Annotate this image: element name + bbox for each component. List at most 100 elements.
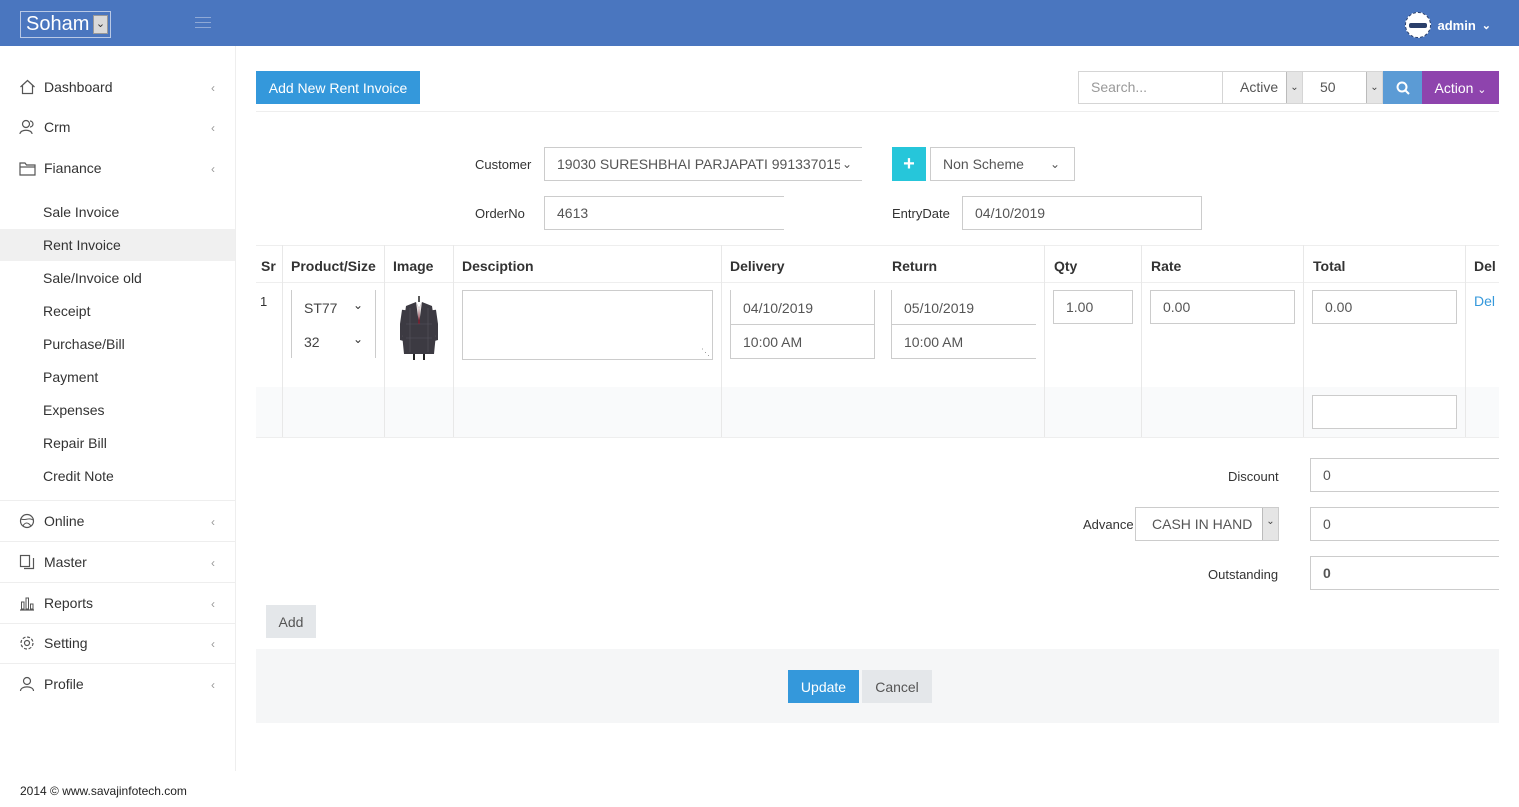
- advance-mode-value: CASH IN HAND: [1152, 516, 1253, 532]
- cancel-button[interactable]: Cancel: [862, 670, 932, 703]
- product-select[interactable]: ST77: [304, 300, 337, 316]
- customer-label: Customer: [475, 157, 532, 172]
- search-button[interactable]: [1383, 71, 1422, 104]
- entrydate-label: EntryDate: [892, 206, 950, 221]
- add-new-rent-invoice-button[interactable]: Add New Rent Invoice: [256, 71, 420, 104]
- product-image: [400, 296, 438, 360]
- user-menu[interactable]: admin ⌄: [1405, 12, 1491, 38]
- rate-input[interactable]: 0.00: [1150, 290, 1295, 324]
- sidebar-subitem-sale-invoice-old[interactable]: Sale/Invoice old: [0, 262, 235, 294]
- column-divider: [721, 245, 722, 437]
- resize-handle-icon: ⋱: [701, 347, 710, 357]
- delete-row-link[interactable]: Del: [1474, 293, 1495, 309]
- column-header-return: Return: [892, 258, 938, 274]
- size-select[interactable]: 32: [304, 334, 320, 350]
- customer-select[interactable]: 19030 SURESHBHAI PARJAPATI 991337015 ⌄: [544, 147, 862, 181]
- orderno-label: OrderNo: [475, 206, 525, 221]
- column-header-delivery: Delivery: [730, 258, 785, 274]
- sidebar-item-master[interactable]: Master ‹: [0, 542, 235, 582]
- copy-icon: [18, 553, 36, 571]
- grand-total-input[interactable]: [1312, 395, 1457, 429]
- top-bar: Soham ⌄ admin ⌄: [0, 0, 1519, 46]
- page-size-value: 50: [1320, 79, 1336, 95]
- sidebar-item-finance[interactable]: Fianance ‹: [0, 148, 235, 188]
- description-textarea[interactable]: [462, 290, 713, 360]
- row-sr: 1: [260, 294, 268, 309]
- sidebar-item-reports[interactable]: Reports ‹: [0, 583, 235, 623]
- sidebar-subitem-payment[interactable]: Payment: [0, 361, 235, 393]
- action-button-label: Action: [1434, 79, 1474, 96]
- sidebar-item-online[interactable]: Online ‹: [0, 501, 235, 541]
- search-input[interactable]: Search...: [1078, 71, 1223, 104]
- sidebar-item-setting[interactable]: Setting ‹: [0, 623, 235, 663]
- users-icon: [18, 118, 36, 136]
- add-customer-button[interactable]: +: [892, 147, 926, 181]
- column-divider: [282, 245, 283, 437]
- sidebar-subitem-repair-bill[interactable]: Repair Bill: [0, 427, 235, 459]
- return-divider: [891, 324, 1036, 325]
- globe-icon: [18, 512, 36, 530]
- chevron-left-icon: ‹: [211, 556, 215, 570]
- sidebar-subitem-credit-note[interactable]: Credit Note: [0, 460, 235, 492]
- avatar: [1405, 12, 1432, 38]
- chevron-down-icon: ⌄: [1286, 72, 1302, 103]
- sidebar-subitem-receipt[interactable]: Receipt: [0, 295, 235, 327]
- column-header-description: Desciption: [462, 258, 534, 274]
- entrydate-input[interactable]: 04/10/2019: [962, 196, 1202, 230]
- orderno-input[interactable]: 4613: [544, 196, 784, 230]
- column-divider: [384, 245, 385, 437]
- outstanding-input[interactable]: 0: [1310, 556, 1499, 590]
- customer-select-value: 19030 SURESHBHAI PARJAPATI 991337015: [557, 156, 842, 172]
- return-time-input[interactable]: 10:00 AM: [904, 334, 963, 350]
- add-row-button[interactable]: Add: [266, 605, 316, 638]
- page-size-select[interactable]: 50 ⌄: [1302, 71, 1383, 104]
- bar-chart-icon: [18, 594, 36, 612]
- chevron-left-icon: ‹: [211, 597, 215, 611]
- table-header-border: [256, 282, 1499, 283]
- delivery-time-input[interactable]: 10:00 AM: [743, 334, 802, 350]
- column-header-del: Del: [1474, 258, 1496, 274]
- sidebar-item-crm[interactable]: Crm ‹: [0, 107, 235, 147]
- chevron-left-icon: ‹: [211, 81, 215, 95]
- sidebar-subitem-purchase-bill[interactable]: Purchase/Bill: [0, 328, 235, 360]
- column-header-image: Image: [393, 258, 434, 274]
- sidebar-item-label: Profile: [44, 676, 84, 692]
- discount-input[interactable]: 0: [1310, 458, 1499, 492]
- sidebar-subitem-expenses[interactable]: Expenses: [0, 394, 235, 426]
- scheme-select[interactable]: Non Scheme ⌄: [930, 147, 1075, 181]
- qty-input[interactable]: 1.00: [1053, 290, 1133, 324]
- sidebar-item-label: Fianance: [44, 160, 102, 176]
- table-bottom-border: [256, 437, 1499, 438]
- delivery-divider: [730, 324, 875, 325]
- advance-input[interactable]: 0: [1310, 507, 1499, 541]
- sidebar-subitem-rent-invoice[interactable]: Rent Invoice: [0, 229, 235, 261]
- total-input[interactable]: 0.00: [1312, 290, 1457, 324]
- column-divider: [1303, 245, 1304, 437]
- sidebar-subitem-sale-invoice[interactable]: Sale Invoice: [0, 196, 235, 228]
- delivery-date-input[interactable]: 04/10/2019: [743, 300, 813, 316]
- chevron-left-icon: ‹: [211, 121, 215, 135]
- company-select[interactable]: Soham ⌄: [20, 11, 111, 38]
- status-select[interactable]: Active ⌄: [1222, 71, 1303, 104]
- table-top-border: [256, 245, 1499, 246]
- user-name: admin: [1437, 17, 1476, 33]
- plus-icon: +: [903, 152, 915, 175]
- sidebar-item-profile[interactable]: Profile ‹: [0, 664, 235, 704]
- advance-mode-select[interactable]: CASH IN HAND ⌄: [1135, 507, 1279, 541]
- update-button[interactable]: Update: [788, 670, 859, 703]
- column-header-qty: Qty: [1054, 258, 1078, 274]
- home-icon: [18, 78, 36, 96]
- sidebar: Dashboard ‹ Crm ‹ Fianance ‹ Sale Invoic…: [0, 46, 236, 771]
- chevron-down-icon: ⌄: [93, 15, 108, 34]
- column-header-product: Product/Size: [291, 258, 376, 274]
- column-header-rate: Rate: [1151, 258, 1182, 274]
- sidebar-item-label: Dashboard: [44, 79, 113, 95]
- menu-toggle-icon[interactable]: [195, 17, 211, 29]
- discount-label: Discount: [1228, 469, 1279, 484]
- company-select-value: Soham: [26, 13, 90, 35]
- sidebar-item-dashboard[interactable]: Dashboard ‹: [0, 67, 235, 107]
- folder-icon: [18, 159, 36, 177]
- chevron-left-icon: ‹: [211, 162, 215, 176]
- action-button[interactable]: Action ⌄: [1422, 71, 1499, 104]
- return-date-input[interactable]: 05/10/2019: [904, 300, 974, 316]
